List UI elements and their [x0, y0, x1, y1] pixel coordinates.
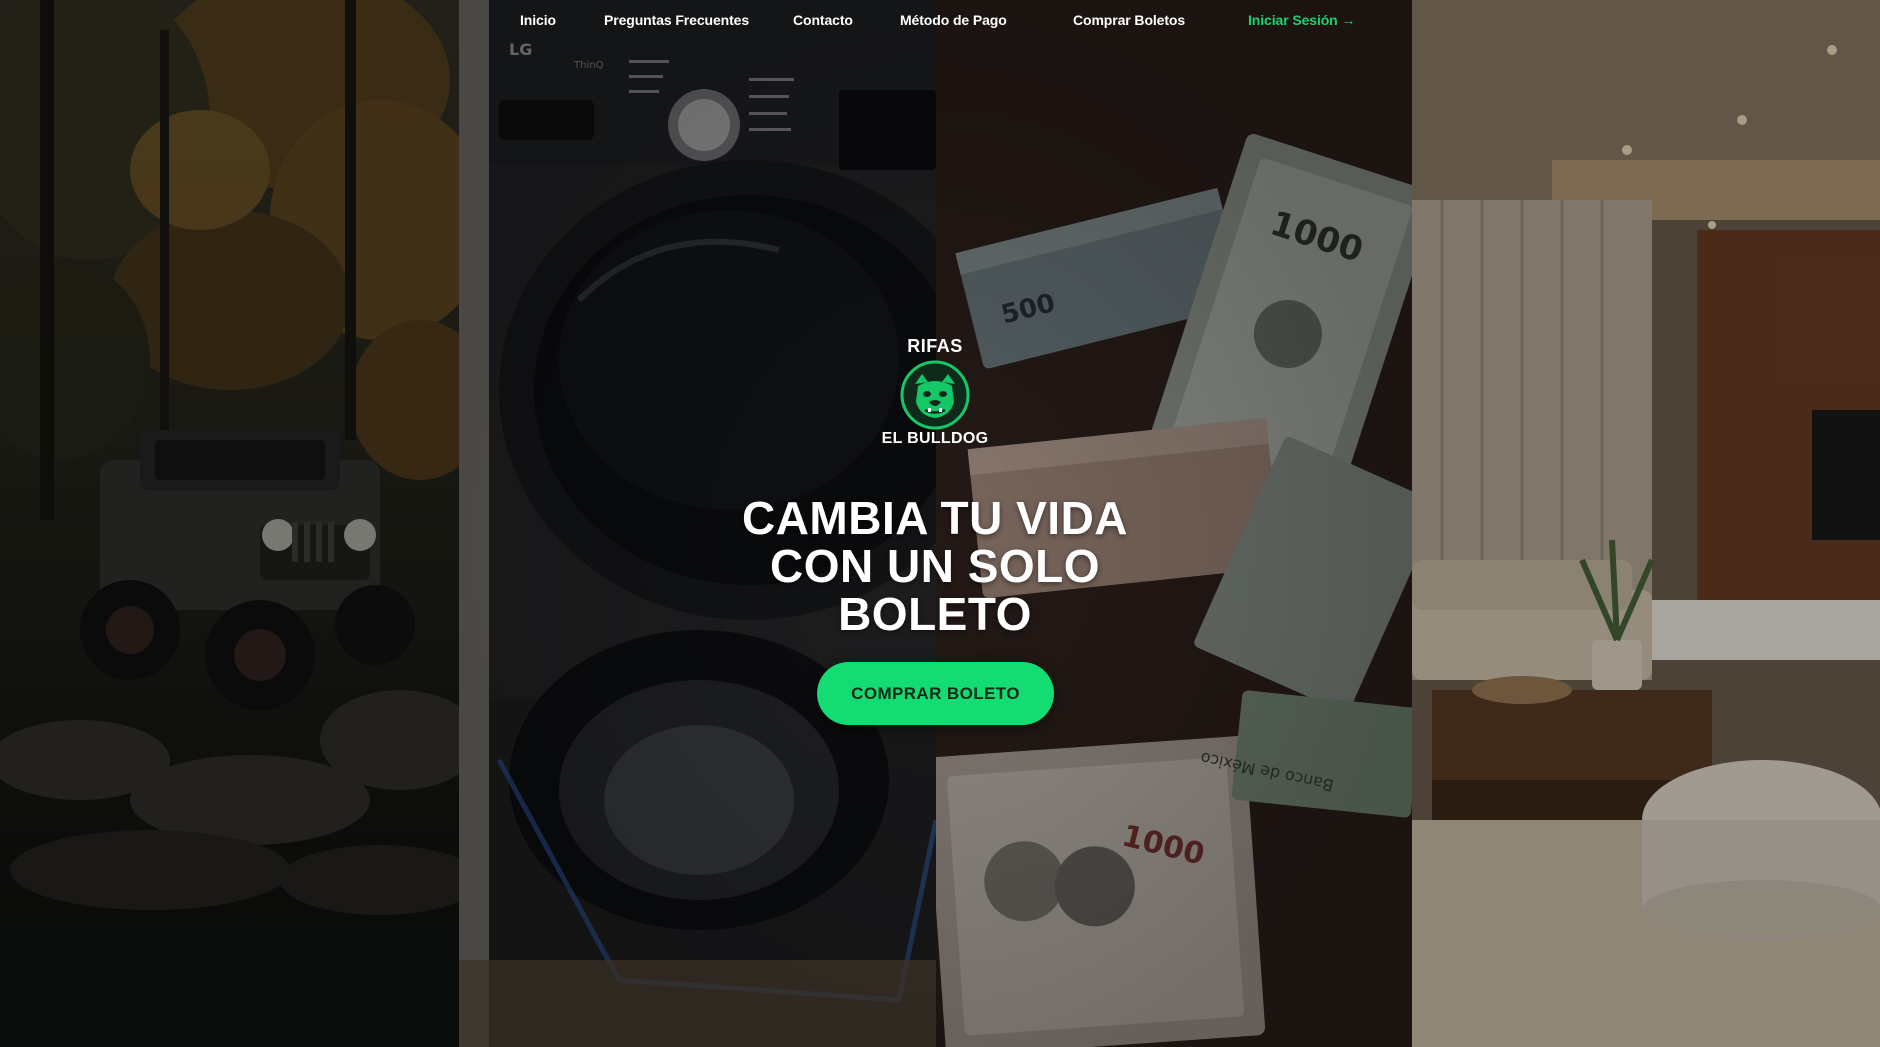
logo-top-text: RIFAS — [907, 336, 963, 356]
nav-link-comprar-boletos[interactable]: Comprar Boletos — [1073, 12, 1185, 28]
washer-brand-text: LG — [509, 40, 532, 59]
hero-title: CAMBIA TU VIDA CON UN SOLO BOLETO — [690, 494, 1180, 638]
nav-link-inicio[interactable]: Inicio — [520, 12, 556, 28]
background-jeep-photo — [0, 0, 459, 1047]
hero-title-line-3: BOLETO — [838, 588, 1032, 640]
nav-link-iniciar-sesion[interactable]: Iniciar Sesión → — [1248, 12, 1355, 28]
logo-bottom-text: EL BULLDOG — [881, 430, 989, 447]
nav-link-metodo-de-pago[interactable]: Método de Pago — [900, 12, 1007, 28]
hero-title-line-1: CAMBIA TU VIDA — [741, 492, 1129, 544]
main-navbar: Inicio Preguntas Frecuentes Contacto Mét… — [459, 0, 1412, 42]
bulldog-icon — [900, 360, 970, 430]
landing-page: LG ThinQ 500 1000 1000 Banco de México I… — [0, 0, 1880, 1047]
nav-link-contacto[interactable]: Contacto — [793, 12, 853, 28]
comprar-boleto-button[interactable]: COMPRAR BOLETO — [817, 662, 1054, 725]
brand-logo[interactable]: RIFAS EL BULLDOG — [860, 336, 1010, 456]
nav-link-preguntas-frecuentes[interactable]: Preguntas Frecuentes — [604, 12, 749, 28]
background-livingroom-photo — [1412, 0, 1880, 1047]
hero-title-line-2: CON UN SOLO — [769, 540, 1101, 592]
washer-model-text: ThinQ — [573, 60, 604, 71]
